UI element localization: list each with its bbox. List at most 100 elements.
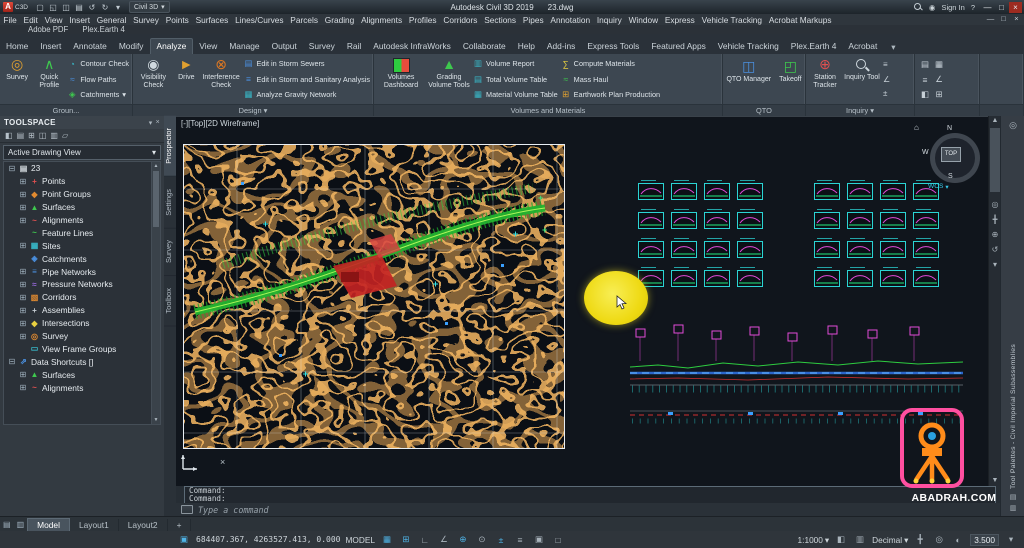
tree-item[interactable]: ◈ Catchments <box>4 252 152 265</box>
menu-item[interactable]: Window <box>625 15 661 25</box>
wcs-dropdown[interactable]: WCS▾ <box>928 183 949 191</box>
toolspace-tab[interactable]: Toolbox <box>164 276 176 326</box>
model-layout-icon[interactable]: ▤ <box>0 520 14 529</box>
ribbon-tab[interactable]: Acrobat <box>842 39 883 54</box>
layout-tab[interactable]: Model <box>27 518 70 531</box>
menu-item[interactable]: Express <box>661 15 698 25</box>
ortho-toggle-icon[interactable]: ∟ <box>418 535 432 545</box>
measure-angle-icon[interactable]: ∠ <box>883 75 890 84</box>
total-volume-table-button[interactable]: ▤Total Volume Table <box>473 73 558 86</box>
tool-palettes-strip[interactable]: ◎ Tool Palettes - Civil Imperial Subasse… <box>1000 116 1024 516</box>
tree-expander[interactable]: ⊞ <box>19 319 27 328</box>
scrollbar-thumb[interactable] <box>990 128 1000 192</box>
menu-item[interactable]: Alignments <box>358 15 406 25</box>
menu-item[interactable]: Adobe PDF <box>0 25 76 34</box>
compass-north[interactable]: N <box>947 125 952 132</box>
ribbon-tab[interactable]: Express Tools <box>581 39 645 54</box>
tree-expander[interactable]: ⊞ <box>19 383 27 392</box>
toolbar-icon[interactable]: ◫ <box>39 131 47 140</box>
toolspace-tab[interactable]: Survey <box>164 228 176 276</box>
tree-scrollbar[interactable]: ▲ ▼ <box>151 161 161 425</box>
tree-expander[interactable]: ⊞ <box>19 280 27 289</box>
minimize-button[interactable]: — <box>981 2 994 13</box>
ribbon-tab[interactable]: Featured Apps <box>645 39 711 54</box>
customize-menu-icon[interactable]: ▾ <box>1004 534 1018 545</box>
toolspace-tab[interactable]: Prospector <box>164 116 176 177</box>
toolbar-icon[interactable]: ⊞ <box>28 131 35 140</box>
isolate-objects-icon[interactable]: ◐ <box>951 535 965 545</box>
inquiry-tool-button[interactable]: Inquiry Tool <box>844 55 880 103</box>
selection-cycling-icon[interactable]: □ <box>551 535 565 545</box>
application-button[interactable]: A C3D <box>0 0 31 14</box>
material-volume-table-button[interactable]: ▦Material Volume Table <box>473 88 558 101</box>
measure-distance-icon[interactable]: ≡ <box>883 60 890 69</box>
ribbon-tab[interactable]: Vehicle Tracking <box>712 39 785 54</box>
qto-manager-button[interactable]: ◫ QTO Manager <box>726 55 771 103</box>
ribbon-tab[interactable]: Insert <box>34 39 67 54</box>
ribbon-tab[interactable]: Help <box>512 39 541 54</box>
tree-item[interactable]: ~ Feature Lines <box>4 226 152 239</box>
ribbon-collapse-icon[interactable]: ▾ <box>887 40 899 54</box>
contour-check-button[interactable]: ◔Contour Check <box>67 57 129 70</box>
tree-expander[interactable]: ⊞ <box>19 306 27 315</box>
layout-list-icon[interactable]: ▥ <box>14 520 28 529</box>
interference-check-button[interactable]: ⊗ Interference Check <box>202 55 241 103</box>
doc-restore-button[interactable]: □ <box>998 14 1009 23</box>
viewport-controls[interactable]: [-][Top][2D Wireframe] <box>181 119 259 128</box>
panel-label[interactable]: QTO <box>723 104 805 116</box>
open-icon[interactable]: ◱ <box>48 3 58 12</box>
menu-item[interactable]: Corridors <box>440 15 481 25</box>
scrollbar-thumb[interactable] <box>153 171 159 227</box>
ribbon-tab[interactable]: Autodesk InfraWorks <box>367 39 457 54</box>
tool-icon[interactable]: ▤ <box>921 59 929 70</box>
ribbon-tab[interactable]: Modify <box>113 39 150 54</box>
tree-item[interactable]: ⊞ ≡ Pipe Networks <box>4 265 152 278</box>
panel-label[interactable]: Groun... <box>0 104 132 116</box>
tree-item[interactable]: ⊞ ▦ Sites <box>4 239 152 252</box>
tree-expander[interactable]: ⊞ <box>19 241 27 250</box>
tree-item[interactable]: ⊞ ~ Alignments <box>4 381 152 394</box>
command-input[interactable]: Type a command <box>176 503 1000 516</box>
panel-label[interactable]: Design ▾ <box>133 104 373 116</box>
layout-tab[interactable]: Layout2 <box>119 519 168 531</box>
toolbar-icon[interactable]: ◧ <box>5 131 13 140</box>
qat-caret-icon[interactable]: ▾ <box>113 3 123 12</box>
doc-minimize-button[interactable]: — <box>985 14 996 23</box>
tool-icon[interactable]: ◧ <box>921 89 929 100</box>
model-space-viewport[interactable]: [-][Top][2D Wireframe] <box>176 116 988 487</box>
annotation-scale-dropdown[interactable]: 1:1000▾ <box>798 535 830 545</box>
transparency-toggle-icon[interactable]: ▣ <box>532 534 546 545</box>
tree-expander[interactable]: ⊞ <box>19 216 27 225</box>
ribbon-tab[interactable]: Manage <box>223 39 265 54</box>
mass-haul-button[interactable]: ≈Mass Haul <box>561 73 660 86</box>
menu-item[interactable]: Plex.Earth 4 <box>76 25 132 34</box>
otrack-toggle-icon[interactable]: ⊙ <box>475 534 489 545</box>
tree-item[interactable]: ⊞ ▧ Corridors <box>4 291 152 304</box>
active-drawing-view-dropdown[interactable]: Active Drawing View ▾ <box>3 145 161 160</box>
tool-icon[interactable]: ≡ <box>923 75 928 85</box>
sign-in-button[interactable]: Sign In <box>941 3 964 12</box>
menu-item[interactable]: Acrobat Markups <box>765 15 835 25</box>
visibility-check-button[interactable]: ◉ Visibility Check <box>136 55 171 103</box>
compass-west[interactable]: W <box>922 149 929 156</box>
undo-icon[interactable]: ↺ <box>87 3 97 12</box>
ribbon-tab[interactable]: View <box>193 39 223 54</box>
menu-item[interactable]: Inquiry <box>593 15 625 25</box>
panel-label[interactable]: Volumes and Materials <box>374 104 722 116</box>
tree-item[interactable]: ⊞ + Points <box>4 175 152 188</box>
toolspace-tab[interactable]: Settings <box>164 177 176 229</box>
units-dropdown[interactable]: Decimal▾ <box>872 535 908 545</box>
osnap-toggle-icon[interactable]: ⊕ <box>456 534 470 545</box>
tree-expander[interactable]: ⊞ <box>19 177 27 186</box>
tree-expander[interactable]: ⊞ <box>19 203 27 212</box>
layout-tab[interactable]: + <box>168 519 192 531</box>
grading-volume-tools-button[interactable]: ▲ Grading Volume Tools <box>428 55 470 103</box>
tree-item[interactable]: ⊞ ▲ Surfaces <box>4 201 152 214</box>
ribbon-tab[interactable]: Plex.Earth 4 <box>785 39 843 54</box>
menu-item[interactable]: Profiles <box>406 15 440 25</box>
volumes-dashboard-button[interactable]: Volumes Dashboard <box>377 55 425 103</box>
menu-item[interactable]: View <box>41 15 66 25</box>
snap-toggle-icon[interactable]: ⊞ <box>399 534 413 545</box>
menu-item[interactable]: Edit <box>20 15 41 25</box>
tree-expander[interactable]: ⊞ <box>19 293 27 302</box>
